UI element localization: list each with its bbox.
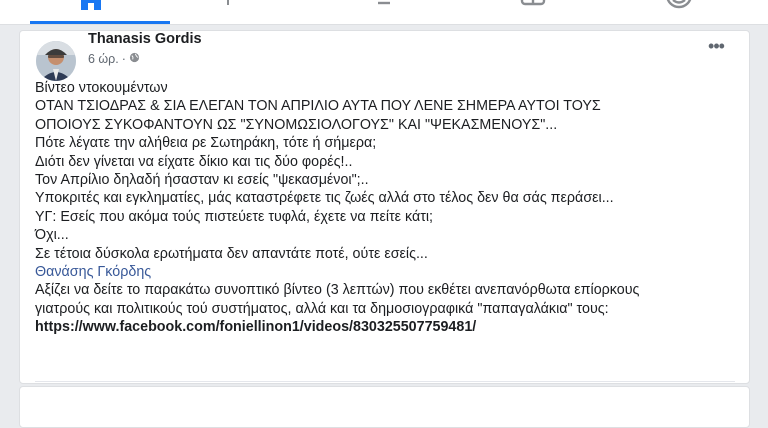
more-options-button[interactable]: •••	[704, 37, 728, 55]
post-line: Πότε λέγατε την αλήθεια ρε Σωτηράκη, τότ…	[35, 135, 377, 152]
globe-icon	[129, 52, 140, 66]
watch-icon[interactable]	[226, 0, 230, 12]
card-divider	[35, 381, 735, 382]
post-line: γιατρούς και πολιτικούς τού συστήματος, …	[35, 300, 609, 317]
next-post-card	[19, 386, 750, 428]
mention-link[interactable]: Θανάσης Γκόρδης	[35, 263, 735, 281]
gaming-icon[interactable]	[664, 0, 694, 15]
avatar[interactable]	[36, 41, 76, 81]
post-line: Σε τέτοια δύσκολα ερωτήματα δεν απαντάτε…	[35, 245, 428, 262]
post-timestamp[interactable]: 6 ώρ.	[88, 52, 119, 66]
author-name[interactable]: Thanasis Gordis	[88, 31, 202, 47]
post-line: ΟΤΑΝ ΤΣΙΟΔΡΑΣ & ΣΙΑ ΕΛΕΓΑΝ ΤΟΝ ΑΠΡΙΛΙΟ Α…	[35, 98, 601, 115]
video-link[interactable]: https://www.facebook.com/foniellinon1/vi…	[35, 318, 735, 336]
post-line: Αξίζει να δείτε το παρακάτω συνοπτικό βί…	[35, 282, 640, 299]
post-text: Βίντεο ντοκουμέντων ΟΤΑΝ ΤΣΙΟΔΡΑΣ & ΣΙΑ …	[35, 79, 735, 337]
active-tab-indicator	[30, 21, 170, 24]
post-meta: 6 ώρ. ·	[88, 52, 140, 66]
post-line: Υποκριτές και εγκληματίες, μάς καταστρέφ…	[35, 190, 614, 207]
post-card: Thanasis Gordis 6 ώρ. · ••• Βίντεο ντοκο…	[19, 30, 750, 384]
top-navigation	[0, 0, 768, 25]
post-line: Όχι...	[35, 227, 69, 244]
post-line: Διότι δεν γίνεται να είχατε δίκιο και τι…	[35, 153, 353, 170]
marketplace-icon[interactable]	[370, 0, 398, 13]
post-line: ΥΓ: Εσείς που ακόμα τούς πιστεύετε τυφλά…	[35, 208, 434, 225]
groups-icon[interactable]	[520, 0, 546, 13]
post-line: ΟΠΟΙΟΥΣ ΣΥΚΟΦΑΝΤΟΥΝ ΩΣ "ΣΥΝΟΜΩΣΙΟΛΟΓΟΥΣ"…	[35, 116, 558, 133]
home-icon[interactable]	[78, 0, 104, 17]
post-line: Βίντεο ντοκουμέντων	[35, 80, 168, 96]
meta-separator: ·	[121, 52, 126, 66]
post-line: Τον Απρίλιο δηλαδή ήσασταν κι εσείς "ψεκ…	[35, 172, 369, 189]
